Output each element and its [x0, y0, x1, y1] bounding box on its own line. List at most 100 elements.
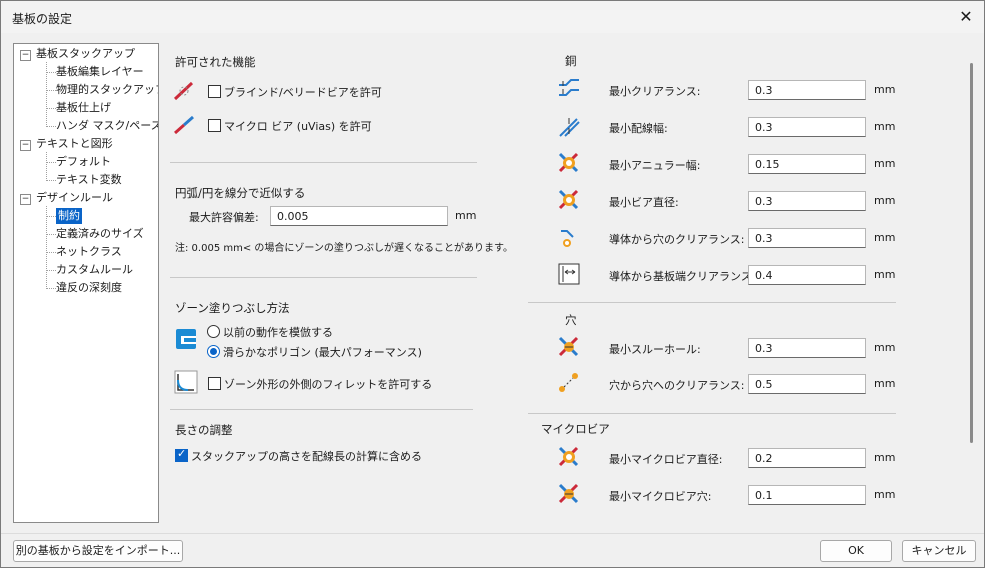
annular-width-icon	[558, 152, 579, 173]
microvia-icon	[174, 115, 194, 135]
zone-smooth-label: 滑らかなポリゴン (最大パフォーマンス)	[223, 346, 422, 359]
divider	[170, 277, 477, 278]
microvia-hole-icon	[558, 483, 579, 504]
tree-item[interactable]: デフォルト	[56, 154, 111, 170]
constraint-label: 穴から穴へのクリアランス:	[609, 379, 745, 392]
constraint-unit: mm	[874, 451, 896, 464]
constraint-input[interactable]: 0.3	[748, 117, 866, 137]
constraint-input[interactable]: 0.3	[748, 228, 866, 248]
tree-item[interactable]: 制約	[56, 208, 82, 224]
zone-heading: ゾーン塗りつぶし方法	[175, 301, 290, 315]
tree-connector	[46, 126, 56, 127]
constraint-label: 最小クリアランス:	[609, 85, 701, 98]
scrollbar[interactable]	[970, 63, 973, 443]
clearance-icon	[559, 79, 579, 96]
constraint-unit: mm	[874, 83, 896, 96]
constraint-input[interactable]: 0.5	[748, 374, 866, 394]
constraint-unit: mm	[874, 268, 896, 281]
hole-to-hole-icon	[559, 373, 578, 392]
tree-item[interactable]: ハンダ マスク/ペースト	[56, 118, 158, 134]
microvia-diameter-icon	[558, 446, 579, 467]
blind-via-icon	[173, 81, 194, 101]
tree-item[interactable]: テキスト変数	[56, 172, 122, 188]
ok-button[interactable]: OK	[820, 540, 892, 562]
copper-hole-clearance-icon	[561, 230, 574, 247]
tree-toggle-icon[interactable]: −	[20, 194, 31, 205]
tree-toggle-icon[interactable]: −	[20, 140, 31, 151]
constraint-input[interactable]: 0.3	[748, 191, 866, 211]
constraint-label: 導体から穴のクリアランス:	[609, 233, 745, 246]
constraint-label: 最小配線幅:	[609, 122, 668, 135]
tree-item[interactable]: 物理的スタックアップ	[56, 82, 158, 98]
features-heading: 許可された機能	[175, 55, 256, 69]
divider	[528, 413, 896, 414]
close-icon[interactable]: ✕	[956, 7, 976, 27]
tree-connector	[46, 162, 56, 163]
tree-connector	[46, 62, 47, 127]
through-hole-icon	[558, 336, 579, 357]
constraint-input[interactable]: 0.4	[748, 265, 866, 285]
tree-item[interactable]: 基板編集レイヤー	[56, 64, 144, 80]
cancel-button[interactable]: キャンセル	[902, 540, 976, 562]
constraint-label: 最小スルーホール:	[609, 343, 701, 356]
board-setup-dialog: 基板の設定 ✕ − 基板スタックアップ 基板編集レイヤー 物理的スタックアップ 基板仕上…	[0, 0, 985, 568]
settings-tree: − 基板スタックアップ 基板編集レイヤー 物理的スタックアップ 基板仕上げ ハンダ マスク…	[13, 43, 159, 523]
include-stackup-label: スタックアップの高さを配線長の計算に含める	[191, 450, 422, 463]
divider	[170, 162, 477, 163]
tree-toggle-icon[interactable]: −	[20, 50, 31, 61]
copper-heading: 銅	[565, 54, 577, 68]
arc-heading: 円弧/円を線分で近似する	[175, 186, 306, 200]
import-settings-button[interactable]: 別の基板から設定をインポート...	[13, 540, 183, 562]
constraint-unit: mm	[874, 194, 896, 207]
constraint-input[interactable]: 0.15	[748, 154, 866, 174]
constraint-label: 最小アニュラー幅:	[609, 159, 701, 172]
tree-item[interactable]: 定義済みのサイズ	[56, 226, 144, 242]
max-error-label: 最大許容偏差:	[189, 211, 259, 224]
tree-item[interactable]: ネットクラス	[56, 244, 122, 260]
tree-connector	[46, 90, 56, 91]
tree-connector	[46, 252, 56, 253]
fillets-checkbox[interactable]	[208, 377, 221, 390]
fillet-icon	[174, 370, 198, 394]
zone-legacy-radio[interactable]	[207, 325, 220, 338]
tree-connector	[46, 288, 56, 289]
constraint-input[interactable]: 0.3	[748, 338, 866, 358]
constraint-input[interactable]: 0.3	[748, 80, 866, 100]
divider	[170, 409, 473, 410]
constraint-unit: mm	[874, 488, 896, 501]
tree-group-item[interactable]: テキストと図形	[36, 136, 113, 152]
constraint-input[interactable]: 0.2	[748, 448, 866, 468]
edge-clearance-icon	[558, 263, 580, 285]
tree-item[interactable]: カスタムルール	[56, 262, 133, 278]
constraint-label: 最小ビア直径:	[609, 196, 679, 209]
length-heading: 長さの調整	[175, 423, 233, 437]
microvias-checkbox[interactable]	[208, 119, 221, 132]
arc-note: 注: 0.005 mm< の場合にゾーンの塗りつぶしが遅くなることがあります。	[175, 243, 513, 254]
tree-connector	[46, 108, 56, 109]
zone-smooth-radio[interactable]	[207, 345, 220, 358]
tree-group-item[interactable]: 基板スタックアップ	[36, 46, 135, 62]
zone-fill-icon	[176, 329, 196, 349]
microvias-label: マイクロ ビア (uVias) を許可	[224, 120, 372, 133]
tree-connector	[46, 180, 56, 181]
constraint-unit: mm	[874, 231, 896, 244]
tree-connector	[46, 206, 47, 289]
tree-item[interactable]: 基板仕上げ	[56, 100, 111, 116]
tree-connector	[46, 72, 56, 73]
footer-divider	[1, 533, 984, 534]
tree-item[interactable]: 違反の深刻度	[56, 280, 122, 296]
tree-group-item[interactable]: デザインルール	[36, 190, 113, 206]
constraint-input[interactable]: 0.1	[748, 485, 866, 505]
constraint-label: 最小マイクロビア直径:	[609, 453, 723, 466]
tree-connector	[46, 152, 47, 181]
include-stackup-checkbox[interactable]	[175, 447, 188, 462]
fillets-label: ゾーン外形の外側のフィレットを許可する	[224, 378, 433, 391]
holes-heading: 穴	[565, 313, 577, 327]
divider	[528, 302, 896, 303]
max-error-input[interactable]: 0.005	[270, 206, 448, 226]
constraint-label: 最小マイクロビア穴:	[609, 490, 712, 503]
blind-vias-checkbox[interactable]	[208, 85, 221, 98]
via-diameter-icon	[558, 189, 579, 210]
track-width-icon	[559, 118, 580, 137]
constraint-unit: mm	[874, 120, 896, 133]
